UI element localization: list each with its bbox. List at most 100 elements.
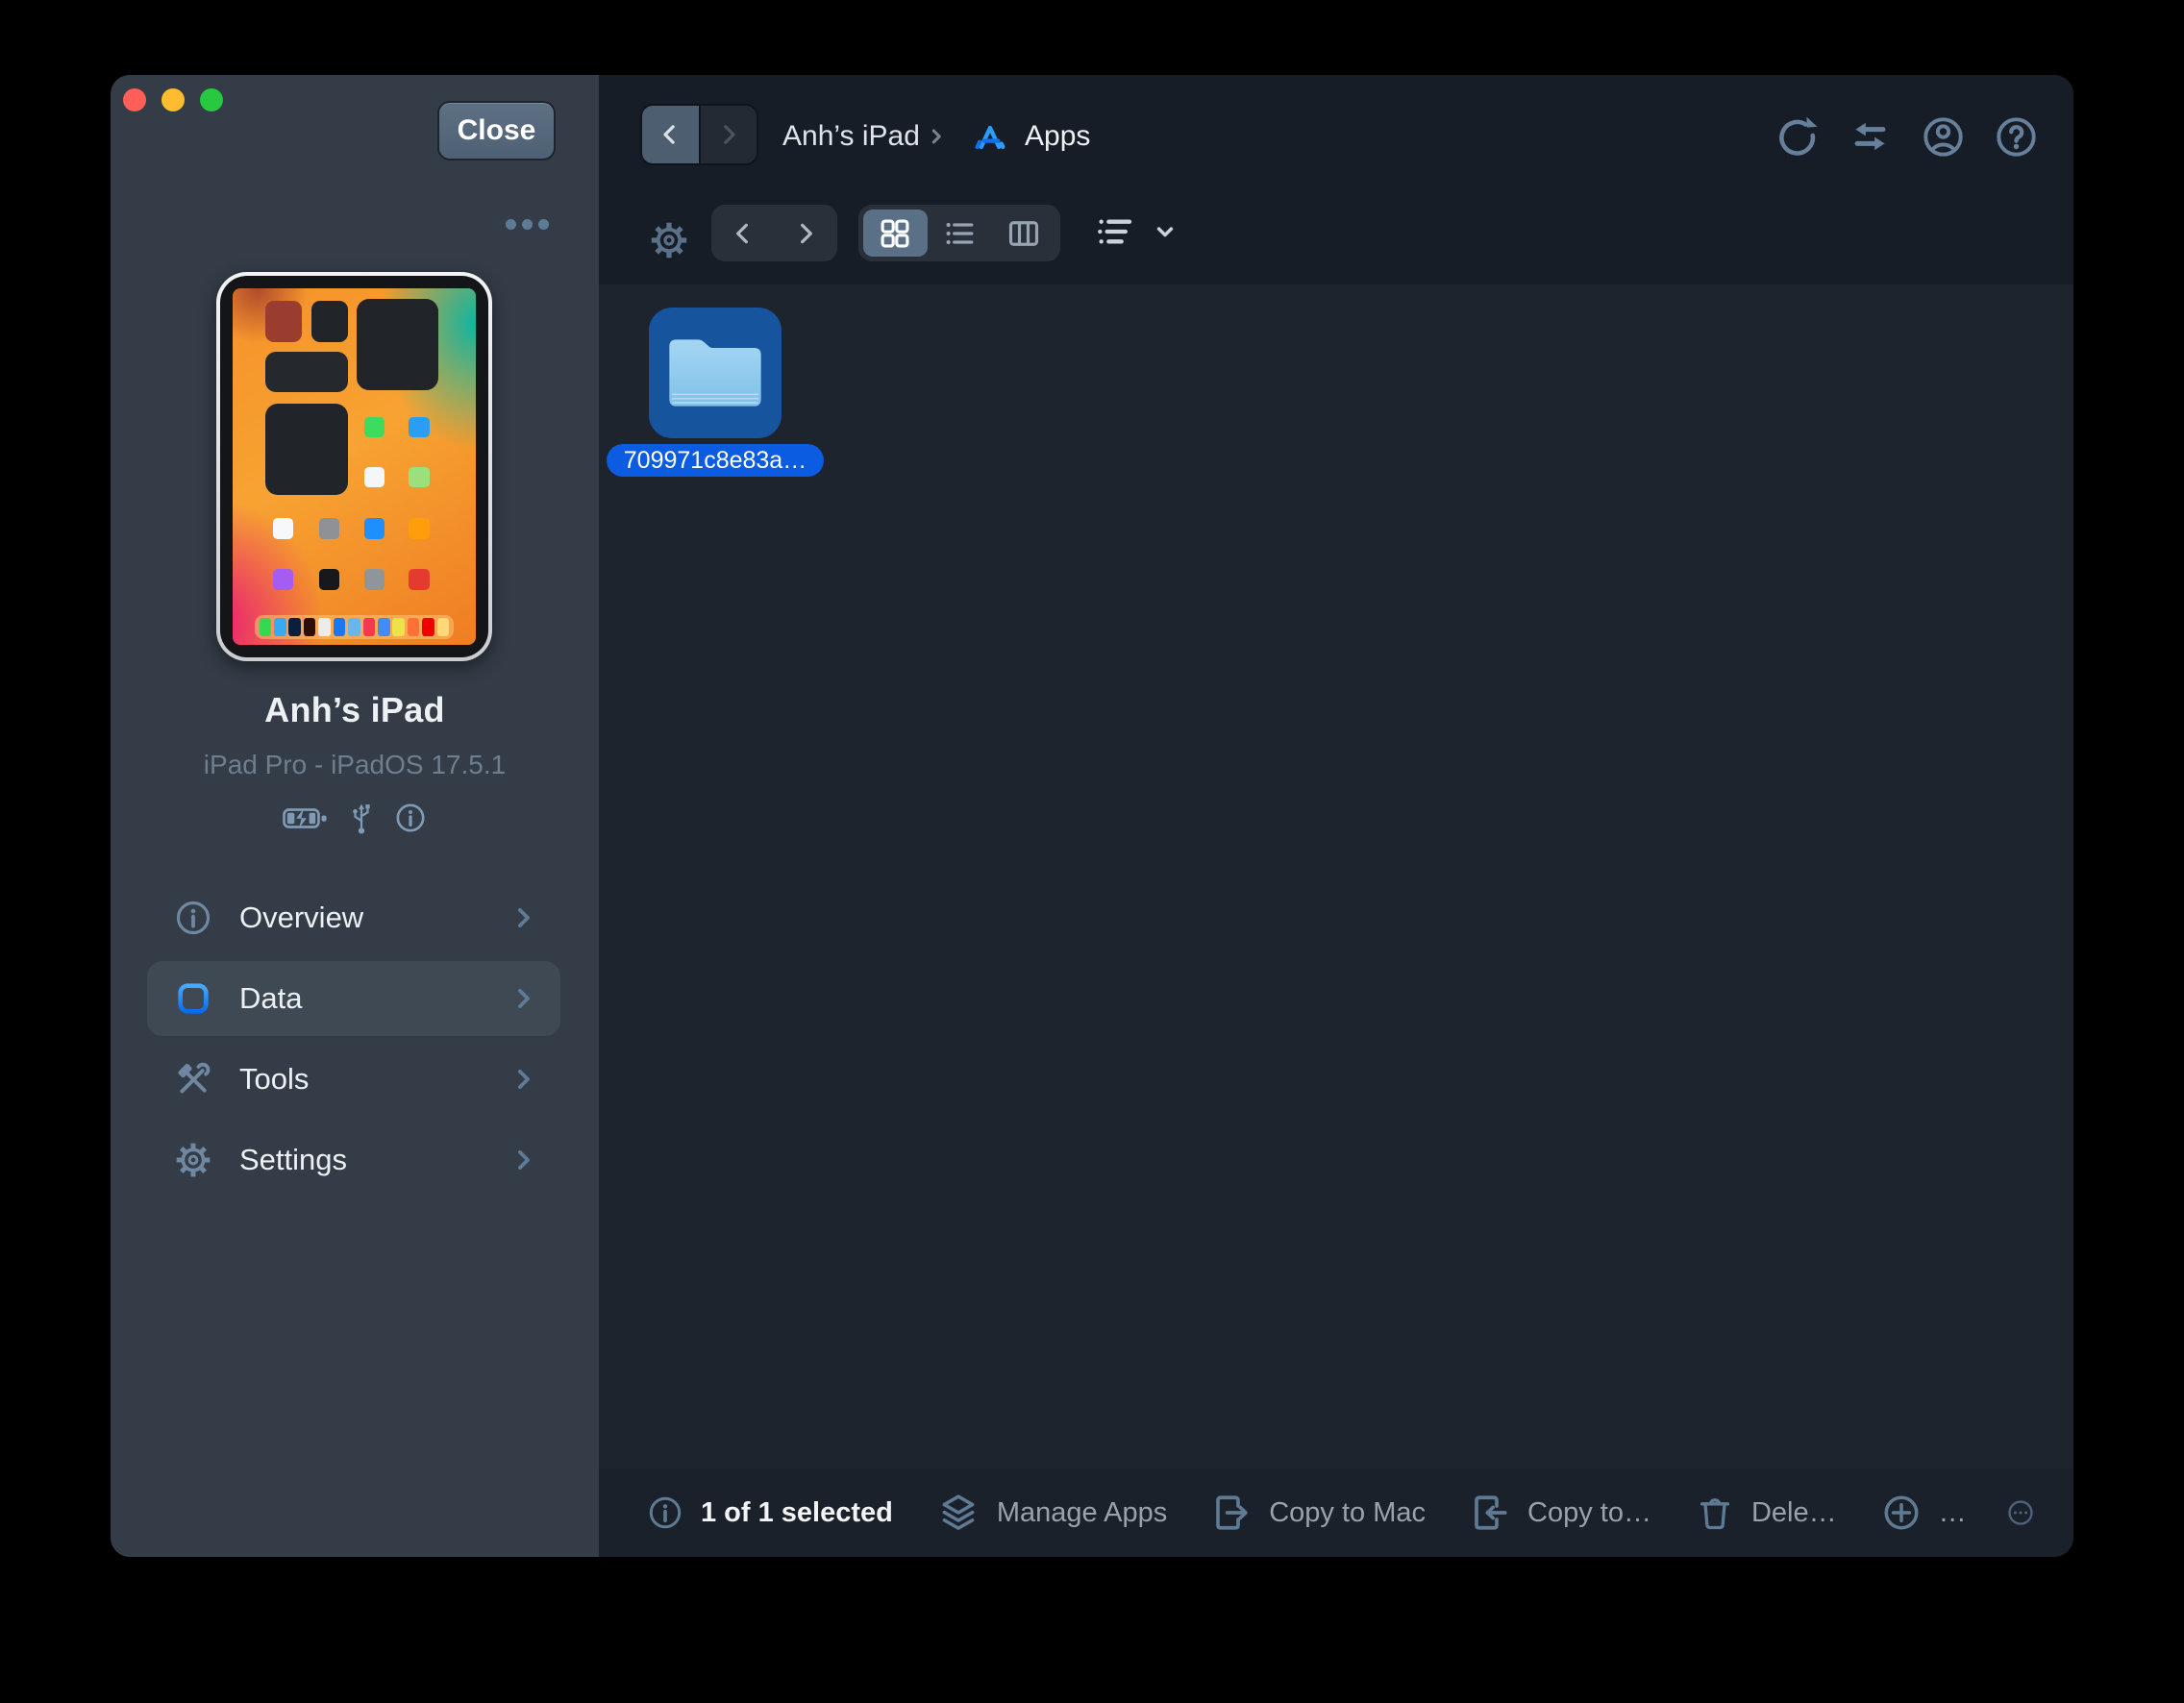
folder-label: 709971c8e83a… (607, 444, 824, 477)
breadcrumb-section[interactable]: Apps (1025, 75, 1090, 198)
ipad-screen (233, 288, 476, 645)
status-bar: 1 of 1 selected Manage Apps (599, 1469, 2073, 1557)
chevron-right-icon (509, 1146, 537, 1174)
window-controls (123, 88, 223, 111)
more-actions-button[interactable] (2005, 1497, 2036, 1528)
view-mode-switcher (858, 205, 1060, 261)
app-square-icon (174, 979, 212, 1018)
ellipsis-circle-icon (2005, 1497, 2036, 1528)
header-actions (1774, 75, 2039, 198)
copy-to-mac-button[interactable]: Copy to Mac (1211, 1493, 1426, 1533)
ipad-app-icon (409, 569, 430, 590)
selection-info: 1 of 1 selected (647, 1494, 893, 1531)
refresh-icon[interactable] (1774, 114, 1820, 160)
main-header: Anh’s iPad Apps (599, 75, 2073, 284)
ipad-app-icon (273, 518, 294, 539)
zoom-window-icon[interactable] (200, 88, 223, 111)
copy-to-device-button[interactable]: Copy to… (1470, 1493, 1651, 1533)
minimize-window-icon[interactable] (161, 88, 185, 111)
sidebar-menu: Overview Data (147, 880, 560, 1197)
ipad-bezel (220, 276, 488, 657)
ipad-app-icon (364, 467, 385, 488)
ipad-preview (216, 272, 492, 661)
forward-button[interactable] (701, 106, 757, 163)
app-window: Close (111, 75, 2073, 1557)
info-circle-icon (174, 899, 212, 937)
add-button[interactable]: … (1881, 1493, 1967, 1533)
trash-icon (1696, 1493, 1734, 1532)
ipad-widget (265, 352, 348, 393)
plus-circle-icon (1881, 1493, 1922, 1533)
action-label: Copy to Mac (1269, 1497, 1426, 1529)
sidebar-item-tools[interactable]: Tools (147, 1042, 560, 1117)
app-store-icon (968, 75, 1012, 198)
close-button[interactable]: Close (437, 101, 556, 160)
content-forward-button[interactable] (775, 205, 838, 261)
ipad-app-icon (319, 518, 340, 539)
view-list-button[interactable] (928, 210, 992, 257)
sidebar: Close (111, 75, 599, 1557)
content-history-nav (711, 205, 837, 261)
info-icon[interactable] (394, 802, 427, 834)
device-status-row (111, 801, 599, 835)
usb-icon (350, 801, 373, 835)
ipad-app-icon (409, 417, 430, 438)
selection-count: 1 of 1 selected (701, 1497, 893, 1529)
breadcrumb-device[interactable]: Anh’s iPad (782, 75, 920, 198)
sidebar-item-label: Overview (239, 901, 363, 935)
ipad-app-icon (364, 569, 385, 590)
hammer-wrench-icon (174, 1060, 212, 1098)
view-columns-button[interactable] (991, 210, 1055, 257)
help-icon[interactable] (1994, 114, 2039, 160)
device-export-icon (1211, 1493, 1252, 1533)
chevron-right-icon (509, 984, 537, 1013)
device-subtitle: iPad Pro - iPadOS 17.5.1 (111, 750, 599, 780)
sidebar-item-data[interactable]: Data (147, 961, 560, 1036)
gear-icon (174, 1141, 212, 1179)
sidebar-item-overview[interactable]: Overview (147, 880, 560, 955)
ipad-app-icon (409, 518, 430, 539)
folder-item[interactable]: 709971c8e83a… (604, 308, 827, 477)
ipad-widget (357, 299, 438, 390)
action-label: Dele… (1751, 1497, 1837, 1529)
content-area: 709971c8e83a… (599, 284, 2073, 1469)
view-grid-button[interactable] (863, 210, 928, 257)
toolbar (599, 198, 2073, 284)
close-window-icon[interactable] (123, 88, 146, 111)
ipad-app-icon (409, 467, 430, 488)
back-button[interactable] (642, 106, 701, 163)
ipad-app-icon (364, 417, 385, 438)
transfer-icon[interactable] (1848, 114, 1893, 160)
delete-button[interactable]: Dele… (1696, 1493, 1837, 1532)
breadcrumb-chevron-icon (924, 75, 949, 198)
ipad-widget (311, 301, 348, 342)
folder-selection-tile (649, 308, 782, 438)
info-circle-icon (647, 1494, 683, 1531)
folder-icon (665, 333, 765, 413)
sort-list-icon (1096, 212, 1134, 251)
action-label: Manage Apps (997, 1497, 1167, 1529)
chevron-right-icon (509, 903, 537, 932)
sort-control[interactable] (1096, 212, 1179, 251)
device-name: Anh’s iPad (111, 690, 599, 730)
more-options-icon[interactable] (506, 219, 549, 230)
battery-charging-icon (283, 805, 329, 831)
chevron-right-icon (509, 1065, 537, 1094)
ipad-app-icon (319, 569, 340, 590)
chevron-down-icon (1152, 218, 1179, 245)
action-label: Copy to… (1527, 1497, 1651, 1529)
sidebar-item-label: Data (239, 981, 302, 1016)
view-settings-gear-icon[interactable] (649, 220, 689, 260)
sidebar-item-label: Settings (239, 1143, 347, 1177)
account-icon[interactable] (1921, 114, 1966, 160)
manage-apps-button[interactable]: Manage Apps (937, 1492, 1167, 1534)
ipad-dock (255, 615, 454, 639)
ipad-app-icon (273, 569, 294, 590)
sidebar-item-settings[interactable]: Settings (147, 1123, 560, 1197)
ipad-widget (265, 404, 348, 495)
history-nav (640, 104, 758, 165)
content-back-button[interactable] (711, 205, 775, 261)
action-label: … (1939, 1497, 1967, 1529)
stack-icon (937, 1492, 980, 1534)
main-panel: Anh’s iPad Apps (599, 75, 2073, 1557)
